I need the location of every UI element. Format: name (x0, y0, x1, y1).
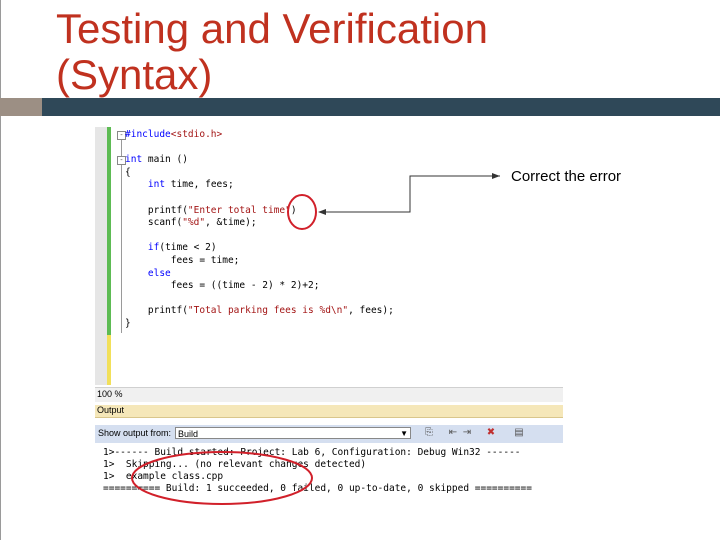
code-line: if(time < 2) (125, 242, 217, 254)
code-text: printf( (125, 305, 188, 317)
code-keyword: if (147, 242, 160, 254)
code-line: fees = ((time - 2) * 2)+2; (125, 280, 320, 292)
output-panel: Output Show output from: Build ▼ ⎘ ⇤ ⇥ ✖… (95, 405, 563, 507)
code-line: else (125, 268, 171, 280)
saved-changes-margin (107, 127, 111, 335)
code-line: } (125, 318, 131, 330)
editor-status-bar: 100 % (95, 387, 563, 402)
ide-screenshot: - #include<stdio.h> - int main (){ int time… (95, 127, 563, 507)
code-line: int time, fees; (125, 179, 234, 191)
title-underline-accent (0, 98, 42, 116)
code-text: time, fees; (165, 179, 234, 191)
output-panel-title: Output (97, 405, 125, 415)
slide-title: Testing and Verification (Syntax) (56, 6, 488, 98)
correct-error-label: Correct the error (511, 168, 622, 185)
output-source-select[interactable]: Build ▼ (175, 427, 411, 439)
code-keyword: #include (125, 129, 171, 140)
code-line: #include<stdio.h> (125, 129, 222, 141)
find-message-icon[interactable]: ⎘ (423, 427, 435, 439)
code-text: , fees); (348, 305, 394, 317)
show-output-label: Show output from: (98, 428, 172, 438)
title-line-1: Testing and Verification (56, 5, 488, 52)
previous-message-icon[interactable]: ⇤ (447, 427, 459, 439)
code-string: "Enter total time" (187, 204, 291, 216)
code-string: <stdio.h> (170, 129, 223, 140)
code-line: printf("Enter total time") (125, 205, 297, 217)
code-keyword: int (125, 154, 143, 166)
code-text: ) (290, 204, 297, 216)
title-line-2: (Syntax) (56, 51, 213, 98)
word-wrap-icon[interactable]: ▤ (513, 427, 525, 439)
code-text: } (125, 318, 131, 329)
code-text: fees = time; (125, 255, 240, 266)
code-keyword: else (147, 267, 171, 279)
unsaved-changes-margin (107, 335, 111, 385)
code-line: printf("Total parking fees is %d\n", fee… (125, 305, 394, 317)
output-panel-header: Output (95, 405, 563, 418)
output-source-value: Build (178, 429, 199, 439)
next-message-icon[interactable]: ⇥ (461, 427, 473, 439)
output-line: 1> example class.cpp (103, 471, 224, 482)
title-underline-bar (42, 98, 720, 116)
code-editor[interactable]: - #include<stdio.h> - int main (){ int time… (95, 127, 563, 385)
code-keyword: int (147, 179, 166, 191)
code-string: "%d" (182, 217, 206, 229)
editor-gutter (95, 127, 107, 385)
code-line: scanf("%d", &time); (125, 217, 257, 229)
output-line: ========== Build: 1 succeeded, 0 failed,… (103, 483, 532, 494)
code-text: , &time); (205, 217, 257, 229)
slide-left-border (0, 0, 1, 540)
code-text: main () (142, 154, 188, 166)
code-line: int main () (125, 154, 188, 166)
code-text: fees = ((time - 2) * 2)+2; (125, 280, 320, 292)
code-text: { (125, 166, 131, 178)
outline-fold-line (121, 139, 122, 333)
output-toolbar: Show output from: Build ▼ ⎘ ⇤ ⇥ ✖ ▤ (95, 425, 563, 443)
output-line: 1> Skipping... (no relevant changes dete… (103, 459, 367, 470)
output-line: 1>------ Build started: Project: Lab 6, … (103, 447, 521, 458)
zoom-level[interactable]: 100 % (97, 389, 123, 399)
code-text: printf( (125, 204, 188, 216)
code-line: fees = time; (125, 255, 240, 267)
code-line: { (125, 167, 131, 179)
clear-all-icon[interactable]: ✖ (485, 427, 497, 439)
code-text: (time < 2) (159, 242, 217, 254)
code-string: "Total parking fees is %d\n" (187, 305, 349, 317)
chevron-down-icon: ▼ (400, 429, 408, 438)
code-text: scanf( (125, 217, 183, 229)
